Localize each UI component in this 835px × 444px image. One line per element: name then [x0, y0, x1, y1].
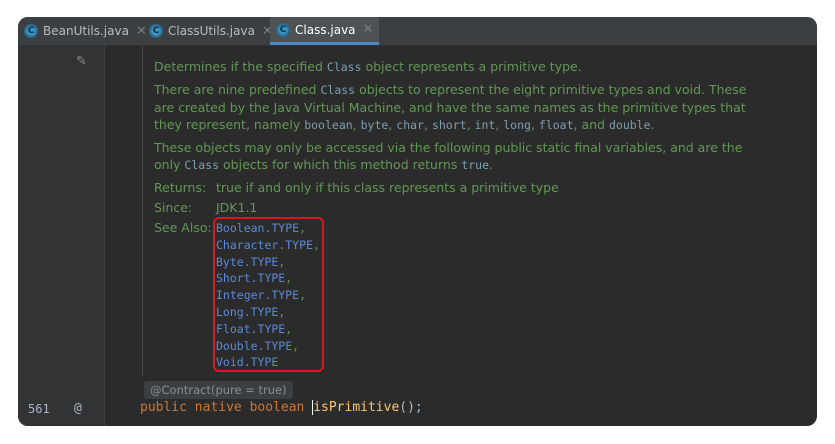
method-name[interactable]: isPrimitive [313, 400, 399, 415]
code-line[interactable]: public native boolean isPrimitive(); [140, 400, 423, 415]
doc-paragraph-access: These objects may only be accessed via t… [154, 140, 743, 172]
since-label: Since: [154, 200, 193, 215]
code-keywords: public native boolean [140, 400, 313, 415]
seealso-link-short[interactable]: Short.TYPE, [216, 270, 320, 287]
doc-summary: Determines if the specified Class object… [154, 59, 582, 74]
java-class-icon: C [149, 24, 163, 38]
returns-label: Returns: [154, 180, 207, 195]
tab-label: Class.java [295, 22, 356, 37]
ide-window: C BeanUtils.java ✕ C ClassUtils.java ✕ C… [18, 17, 817, 426]
close-icon[interactable]: ✕ [136, 24, 147, 39]
tab-class[interactable]: C Class.java ✕ [270, 17, 380, 45]
seealso-link-byte[interactable]: Byte.TYPE, [216, 254, 320, 271]
doc-paragraph-predefined: There are nine predefined Class objects … [154, 82, 747, 132]
javadoc-left-bar [142, 46, 143, 376]
tab-label: ClassUtils.java [168, 24, 255, 38]
seealso-link-long[interactable]: Long.TYPE, [216, 304, 320, 321]
seealso-link-boolean[interactable]: Boolean.TYPE, [216, 220, 320, 237]
tab-beanutils[interactable]: C BeanUtils.java ✕ [24, 17, 147, 45]
tab-label: BeanUtils.java [43, 24, 129, 38]
seealso-link-void[interactable]: Void.TYPE [216, 354, 320, 371]
editor-tabbar: C BeanUtils.java ✕ C ClassUtils.java ✕ C… [18, 17, 817, 46]
line-number: 561 [28, 402, 50, 416]
seealso-link-character[interactable]: Character.TYPE, [216, 237, 320, 254]
seealso-link-double[interactable]: Double.TYPE, [216, 338, 320, 355]
editor-gutter [18, 46, 104, 426]
contract-annotation-hint[interactable]: @Contract(pure = true) [144, 381, 293, 399]
java-class-icon: C [276, 22, 290, 37]
code-parens: (); [399, 400, 423, 415]
seealso-link-integer[interactable]: Integer.TYPE, [216, 287, 320, 304]
annotation-gutter-icon[interactable]: @ [74, 401, 82, 416]
seealso-list: Boolean.TYPE, Character.TYPE, Byte.TYPE,… [216, 220, 320, 371]
close-icon[interactable]: ✕ [363, 22, 374, 37]
tab-classutils[interactable]: C ClassUtils.java ✕ [149, 17, 273, 45]
pencil-icon[interactable]: ✎ [76, 54, 87, 69]
gutter-divider [104, 46, 105, 426]
seealso-link-float[interactable]: Float.TYPE, [216, 321, 320, 338]
seealso-label: See Also: [154, 220, 212, 235]
since-value: JDK1.1 [216, 200, 258, 215]
java-class-icon: C [24, 24, 38, 38]
returns-value: true if and only if this class represent… [216, 180, 559, 195]
